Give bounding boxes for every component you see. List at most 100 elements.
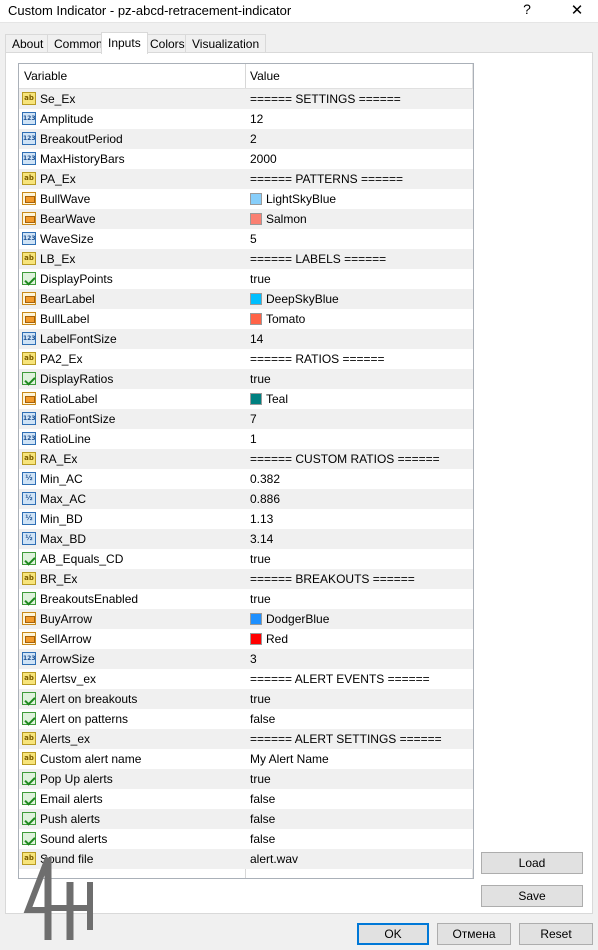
column-header-value[interactable]: Value bbox=[250, 69, 280, 83]
tab-inputs[interactable]: Inputs bbox=[101, 32, 148, 54]
color-swatch[interactable] bbox=[250, 193, 262, 205]
variable-value[interactable]: ====== PATTERNS ====== bbox=[250, 172, 403, 186]
variable-value[interactable]: alert.wav bbox=[250, 852, 298, 866]
input-row[interactable]: SellArrow Red bbox=[19, 629, 473, 649]
input-row[interactable]: ab Alerts_ex ====== ALERT SETTINGS ====== bbox=[19, 729, 473, 749]
inputs-panel: Variable Value ab Se_Ex ====== SETTINGS ==… bbox=[5, 52, 593, 914]
input-row[interactable]: BearWave Salmon bbox=[19, 209, 473, 229]
input-row[interactable]: ½ Min_BD 1.13 bbox=[19, 509, 473, 529]
variable-value[interactable]: 7 bbox=[250, 412, 257, 426]
reset-button[interactable]: Reset bbox=[519, 923, 593, 945]
variable-value[interactable]: 0.886 bbox=[250, 492, 280, 506]
variable-value[interactable]: 14 bbox=[250, 332, 263, 346]
color-swatch[interactable] bbox=[250, 293, 262, 305]
variable-value[interactable]: true bbox=[250, 592, 271, 606]
color-swatch[interactable] bbox=[250, 393, 262, 405]
load-button[interactable]: Load bbox=[481, 852, 583, 874]
color-swatch[interactable] bbox=[250, 213, 262, 225]
input-row[interactable]: AB_Equals_CD true bbox=[19, 549, 473, 569]
column-header-variable[interactable]: Variable bbox=[24, 69, 67, 83]
input-row[interactable]: ab BR_Ex ====== BREAKOUTS ====== bbox=[19, 569, 473, 589]
input-row[interactable]: ½ Min_AC 0.382 bbox=[19, 469, 473, 489]
variable-value[interactable]: DodgerBlue bbox=[250, 612, 329, 626]
ok-button[interactable]: OK bbox=[357, 923, 429, 945]
variable-name: BreakoutPeriod bbox=[40, 132, 123, 146]
variable-value[interactable]: false bbox=[250, 792, 275, 806]
input-row[interactable]: ab Se_Ex ====== SETTINGS ====== bbox=[19, 89, 473, 109]
input-row[interactable]: RatioLabel Teal bbox=[19, 389, 473, 409]
variable-value[interactable]: 0.382 bbox=[250, 472, 280, 486]
variable-value[interactable]: true bbox=[250, 372, 271, 386]
variable-value[interactable]: true bbox=[250, 552, 271, 566]
variable-value[interactable]: ====== BREAKOUTS ====== bbox=[250, 572, 415, 586]
variable-value[interactable]: LightSkyBlue bbox=[250, 192, 336, 206]
input-row[interactable]: Alert on breakouts true bbox=[19, 689, 473, 709]
variable-value[interactable]: 1 bbox=[250, 432, 257, 446]
variable-value[interactable]: 3.14 bbox=[250, 532, 273, 546]
input-row[interactable]: ½ Max_AC 0.886 bbox=[19, 489, 473, 509]
variable-value[interactable]: false bbox=[250, 832, 275, 846]
cancel-button[interactable]: Отмена bbox=[437, 923, 511, 945]
variable-value[interactable]: 12 bbox=[250, 112, 263, 126]
input-row[interactable]: 123 BreakoutPeriod 2 bbox=[19, 129, 473, 149]
input-row[interactable]: 123 ArrowSize 3 bbox=[19, 649, 473, 669]
input-row[interactable]: ab RA_Ex ====== CUSTOM RATIOS ====== bbox=[19, 449, 473, 469]
input-row[interactable]: BullWave LightSkyBlue bbox=[19, 189, 473, 209]
variable-value[interactable]: 1.13 bbox=[250, 512, 273, 526]
input-row[interactable]: ab LB_Ex ====== LABELS ====== bbox=[19, 249, 473, 269]
type-str-icon: ab bbox=[22, 452, 36, 465]
variable-value[interactable]: 2000 bbox=[250, 152, 277, 166]
tab-visualization[interactable]: Visualization bbox=[185, 34, 267, 53]
input-row[interactable]: BreakoutsEnabled true bbox=[19, 589, 473, 609]
variable-value[interactable]: Salmon bbox=[250, 212, 307, 226]
variable-value[interactable]: ====== ALERT SETTINGS ====== bbox=[250, 732, 442, 746]
input-row[interactable]: 123 RatioFontSize 7 bbox=[19, 409, 473, 429]
variable-value[interactable]: true bbox=[250, 272, 271, 286]
variable-value[interactable]: false bbox=[250, 712, 275, 726]
variable-value[interactable]: ====== CUSTOM RATIOS ====== bbox=[250, 452, 440, 466]
variable-value[interactable]: true bbox=[250, 692, 271, 706]
color-swatch[interactable] bbox=[250, 633, 262, 645]
variable-value[interactable]: ====== ALERT EVENTS ====== bbox=[250, 672, 430, 686]
tab-about[interactable]: About bbox=[5, 34, 51, 53]
variable-value[interactable]: 5 bbox=[250, 232, 257, 246]
variable-value[interactable]: false bbox=[250, 812, 275, 826]
input-row[interactable]: 123 WaveSize 5 bbox=[19, 229, 473, 249]
input-row[interactable]: DisplayRatios true bbox=[19, 369, 473, 389]
input-row[interactable]: Sound alerts false bbox=[19, 829, 473, 849]
input-row[interactable]: ab Custom alert name My Alert Name bbox=[19, 749, 473, 769]
input-row[interactable]: Pop Up alerts true bbox=[19, 769, 473, 789]
variable-value[interactable]: DeepSkyBlue bbox=[250, 292, 339, 306]
variable-value[interactable]: Red bbox=[250, 632, 288, 646]
color-swatch[interactable] bbox=[250, 613, 262, 625]
variable-name: LB_Ex bbox=[40, 252, 76, 266]
variable-value[interactable]: ====== SETTINGS ====== bbox=[250, 92, 401, 106]
variable-value[interactable]: Tomato bbox=[250, 312, 305, 326]
save-button[interactable]: Save bbox=[481, 885, 583, 907]
variable-value[interactable]: ====== LABELS ====== bbox=[250, 252, 386, 266]
variable-value[interactable]: 2 bbox=[250, 132, 257, 146]
input-row[interactable]: DisplayPoints true bbox=[19, 269, 473, 289]
variable-value[interactable]: Teal bbox=[250, 392, 288, 406]
input-row[interactable]: BullLabel Tomato bbox=[19, 309, 473, 329]
variable-value[interactable]: My Alert Name bbox=[250, 752, 329, 766]
input-row[interactable]: 123 RatioLine 1 bbox=[19, 429, 473, 449]
close-button[interactable]: ✕ bbox=[566, 1, 588, 21]
variable-value[interactable]: true bbox=[250, 772, 271, 786]
variable-value[interactable]: 3 bbox=[250, 652, 257, 666]
input-row[interactable]: 123 MaxHistoryBars 2000 bbox=[19, 149, 473, 169]
input-row[interactable]: ½ Max_BD 3.14 bbox=[19, 529, 473, 549]
input-row[interactable]: Email alerts false bbox=[19, 789, 473, 809]
input-row[interactable]: 123 LabelFontSize 14 bbox=[19, 329, 473, 349]
input-row[interactable]: ab PA2_Ex ====== RATIOS ====== bbox=[19, 349, 473, 369]
input-row[interactable]: ab PA_Ex ====== PATTERNS ====== bbox=[19, 169, 473, 189]
help-button[interactable]: ? bbox=[516, 1, 538, 21]
variable-value[interactable]: ====== RATIOS ====== bbox=[250, 352, 385, 366]
color-swatch[interactable] bbox=[250, 313, 262, 325]
input-row[interactable]: BearLabel DeepSkyBlue bbox=[19, 289, 473, 309]
input-row[interactable]: BuyArrow DodgerBlue bbox=[19, 609, 473, 629]
input-row[interactable]: 123 Amplitude 12 bbox=[19, 109, 473, 129]
input-row[interactable]: Push alerts false bbox=[19, 809, 473, 829]
input-row[interactable]: ab Alertsv_ex ====== ALERT EVENTS ====== bbox=[19, 669, 473, 689]
input-row[interactable]: Alert on patterns false bbox=[19, 709, 473, 729]
